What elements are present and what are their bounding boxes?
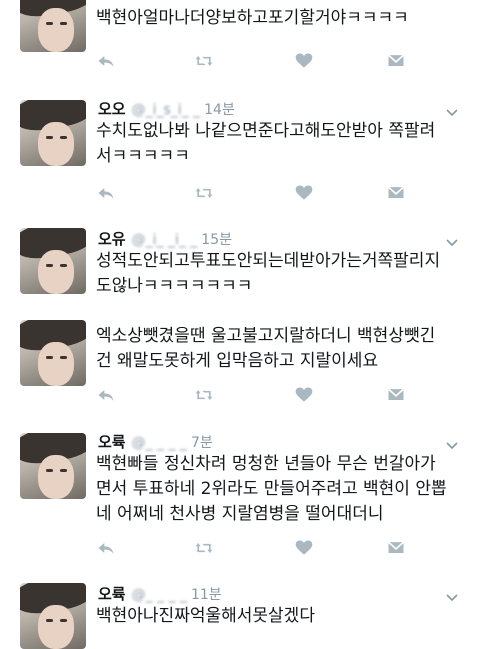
- tweet-line: 백현아나진짜억울해서못살겠다: [96, 606, 315, 626]
- tweet-header: 오륙 @_ _ _ _ 7분: [98, 431, 213, 451]
- retweet-icon[interactable]: [194, 184, 214, 202]
- tweet-text: 백현빠들 정신차려 멍청한 년들아 무슨 번갈아가 면서 투표하네 2위라도 만…: [96, 452, 456, 527]
- tweet-actions: [96, 184, 426, 204]
- tweet-text: 백현아얼마나더양보하고포기할거야ㅋㅋㅋㅋ: [96, 6, 456, 31]
- tweet[interactable]: 엑소상뺏겼을땐 울고불고지랄하더니 백현상뺏긴 건 왜말도못하게 입막음하고 지…: [0, 316, 480, 422]
- tweet-text: 수치도없나봐 나같으면준다고해도안받아 쪽팔려 서ㅋㅋㅋㅋㅋ: [96, 119, 456, 169]
- display-name[interactable]: 오륙: [98, 433, 126, 451]
- envelope-icon[interactable]: [386, 386, 406, 404]
- avatar[interactable]: [20, 228, 86, 294]
- tweet-header: 오유 @_i_ _i_ _ 15분: [98, 228, 232, 248]
- retweet-icon[interactable]: [194, 386, 214, 404]
- chevron-down-icon[interactable]: [446, 104, 458, 117]
- tweet-actions: [96, 52, 426, 72]
- tweet-text: 엑소상뺏겼을땐 울고불고지랄하더니 백현상뺏긴 건 왜말도못하게 입막음하고 지…: [96, 324, 456, 374]
- retweet-icon[interactable]: [194, 52, 214, 70]
- avatar[interactable]: [20, 320, 86, 386]
- tweet[interactable]: 오륙 @_ _ _ _ 7분 백현빠들 정신차려 멍청한 년들아 무슨 번갈아가 면…: [0, 421, 480, 574]
- tweet-line: 도않나ㅋㅋㅋㅋㅋㅋㅋ: [96, 276, 253, 296]
- timestamp[interactable]: 15분: [201, 232, 232, 248]
- tweet-header: 오오 @_i_s_i_ _ 14분: [98, 98, 235, 118]
- avatar[interactable]: [20, 433, 86, 499]
- tweet-text: 성적도안되고투표도안되는데받아가는거쪽팔리지 도않나ㅋㅋㅋㅋㅋㅋㅋ: [96, 249, 456, 299]
- tweet-header: 오륙 @_ _ _ _ 11분: [98, 583, 222, 603]
- heart-icon[interactable]: [294, 539, 314, 557]
- tweet-line: 백현빠들 정신차려 멍청한 년들아 무슨 번갈아가: [96, 454, 436, 474]
- heart-icon[interactable]: [294, 52, 314, 70]
- tweet-line: 성적도안되고투표도안되는데받아가는거쪽팔리지: [96, 251, 441, 271]
- heart-icon[interactable]: [294, 184, 314, 202]
- timestamp[interactable]: 14분: [204, 102, 235, 118]
- avatar[interactable]: [20, 100, 86, 166]
- avatar[interactable]: [20, 0, 86, 52]
- reply-icon[interactable]: [96, 539, 116, 557]
- envelope-icon[interactable]: [386, 539, 406, 557]
- user-handle[interactable]: @_i_ _i_ _: [132, 232, 198, 248]
- tweet-actions: [96, 386, 426, 406]
- display-name[interactable]: 오오: [98, 100, 126, 118]
- tweet-line: 건 왜말도못하게 입막음하고 지랄이세요: [96, 351, 379, 371]
- reply-icon[interactable]: [96, 386, 116, 404]
- user-handle[interactable]: @_i_s_i_ _: [132, 102, 201, 118]
- avatar[interactable]: [20, 583, 86, 649]
- reply-icon[interactable]: [96, 184, 116, 202]
- reply-icon[interactable]: [96, 52, 116, 70]
- tweet[interactable]: 오오 @_i_s_i_ _ 14분 수치도없나봐 나같으면준다고해도안받아 쪽팔려 …: [0, 92, 480, 221]
- chevron-down-icon[interactable]: [446, 589, 458, 602]
- tweet-line: 네 어쩌네 천사병 지랄염병을 떨어대더니: [96, 504, 384, 524]
- timestamp[interactable]: 11분: [191, 587, 222, 603]
- user-handle[interactable]: @_ _ _ _: [132, 435, 187, 451]
- chevron-down-icon[interactable]: [446, 437, 458, 450]
- heart-icon[interactable]: [294, 386, 314, 404]
- tweet-line: 수치도없나봐 나같으면준다고해도안받아 쪽팔려: [96, 121, 436, 141]
- display-name[interactable]: 오유: [98, 230, 126, 248]
- tweet-line: 면서 투표하네 2위라도 만들어주려고 백현이 안뽑: [96, 479, 447, 499]
- tweet-text: 백현아나진짜억울해서못살겠다: [96, 604, 456, 629]
- tweet[interactable]: 오유 @_i_ _i_ _ 15분 성적도안되고투표도안되는데받아가는거쪽팔리지 도…: [0, 220, 480, 317]
- tweet-line: 백현아얼마나더양보하고포기할거야ㅋㅋㅋㅋ: [96, 8, 409, 28]
- tweet-actions: [96, 539, 426, 559]
- envelope-icon[interactable]: [386, 184, 406, 202]
- display-name[interactable]: 오륙: [98, 585, 126, 603]
- tweet-line: 서ㅋㅋㅋㅋㅋ: [96, 146, 190, 166]
- tweet-line: 엑소상뺏겼을땐 울고불고지랄하더니 백현상뺏긴: [96, 326, 436, 346]
- tweet[interactable]: 백현아얼마나더양보하고포기할거야ㅋㅋㅋㅋ: [0, 0, 480, 93]
- timestamp[interactable]: 7분: [191, 435, 213, 451]
- tweet[interactable]: 오륙 @_ _ _ _ 11분 백현아나진짜억울해서못살겠다: [0, 573, 480, 649]
- retweet-icon[interactable]: [194, 539, 214, 557]
- chevron-down-icon[interactable]: [446, 234, 458, 247]
- user-handle[interactable]: @_ _ _ _: [132, 587, 187, 603]
- envelope-icon[interactable]: [386, 52, 406, 70]
